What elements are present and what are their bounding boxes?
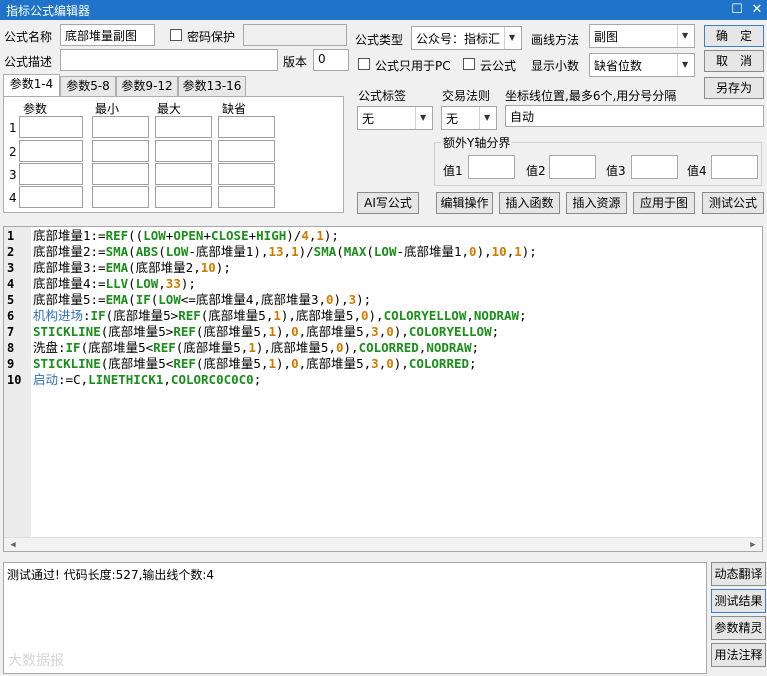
param-2-max[interactable] (155, 140, 212, 162)
code-editor[interactable]: 1 底部堆量1:=REF((LOW+OPEN+CLOSE+HIGH)/4,1);… (3, 226, 763, 552)
tab-params-9-12[interactable]: 参数9-12 (116, 76, 178, 96)
y-value-4-label: 值4 (687, 164, 707, 178)
extra-y-axis-label: 额外Y轴分界 (441, 134, 513, 151)
dynamic-translate-button[interactable]: 动态翻译 (711, 562, 766, 586)
coord-line-label: 坐标线位置,最多6个,用分号分隔 (505, 89, 677, 103)
version-label: 版本 (283, 55, 308, 69)
pc-only-label: 公式只用于PC (375, 59, 451, 73)
chevron-down-icon: ▼ (677, 25, 694, 47)
window-title: 指标公式编辑器 (6, 4, 91, 18)
insert-resource-button[interactable]: 插入资源 (566, 192, 627, 214)
formula-desc-label: 公式描述 (4, 55, 53, 69)
formula-tag-label: 公式标签 (358, 89, 407, 103)
password-input[interactable] (243, 24, 347, 46)
y-value-2-label: 值2 (526, 164, 546, 178)
param-panel: 参数 最小 最大 缺省 1 2 3 4 (3, 96, 344, 213)
title-bar: 指标公式编辑器 ☐ ✕ (0, 0, 767, 20)
usage-notes-button[interactable]: 用法注释 (711, 643, 766, 667)
chevron-down-icon: ▼ (504, 27, 521, 49)
test-result-text: 测试通过! 代码长度:527,输出线个数:4 (7, 568, 215, 582)
param-4-name[interactable] (19, 186, 83, 208)
formula-tag-select[interactable]: 无 ▼ (357, 106, 433, 130)
param-1-default[interactable] (218, 116, 275, 138)
chevron-down-icon: ▼ (415, 107, 432, 129)
cancel-button[interactable]: 取 消 (704, 50, 764, 72)
param-2-name[interactable] (19, 140, 83, 162)
param-row-label: 2 (9, 145, 17, 159)
param-header-default: 缺省 (222, 102, 247, 116)
password-checkbox[interactable] (170, 29, 182, 41)
save-as-button[interactable]: 另存为 (704, 77, 764, 99)
tab-params-5-8[interactable]: 参数5-8 (60, 76, 116, 96)
formula-type-value: 公众号：指标汇 (416, 32, 501, 46)
test-result-panel: 测试通过! 代码长度:527,输出线个数:4 (3, 562, 707, 674)
param-row-label: 3 (9, 168, 17, 182)
cloud-checkbox[interactable] (463, 58, 475, 70)
param-3-default[interactable] (218, 163, 275, 185)
tab-params-1-4[interactable]: 参数1-4 (3, 74, 60, 97)
param-3-max[interactable] (155, 163, 212, 185)
password-label: 密码保护 (187, 30, 236, 44)
test-formula-button[interactable]: 测试公式 (702, 192, 764, 214)
insert-function-button[interactable]: 插入函数 (499, 192, 560, 214)
param-4-max[interactable] (155, 186, 212, 208)
param-row-label: 1 (9, 121, 17, 135)
decimals-value: 缺省位数 (594, 59, 643, 73)
formula-tag-value: 无 (362, 112, 375, 126)
trade-rule-select[interactable]: 无 ▼ (441, 106, 497, 130)
edit-ops-button[interactable]: 编辑操作 (436, 192, 493, 214)
formula-name-input[interactable]: 底部堆量副图 (60, 24, 155, 46)
chevron-down-icon: ▼ (479, 107, 496, 129)
decimals-label: 显示小数 (531, 59, 580, 73)
ok-button[interactable]: 确 定 (704, 25, 764, 47)
param-2-default[interactable] (218, 140, 275, 162)
pc-only-checkbox[interactable] (358, 58, 370, 70)
tab-params-13-16[interactable]: 参数13-16 (178, 76, 246, 96)
param-3-name[interactable] (19, 163, 83, 185)
param-1-min[interactable] (92, 116, 149, 138)
scroll-right-icon[interactable]: ▶ (746, 538, 760, 552)
test-result-button[interactable]: 测试结果 (711, 589, 766, 613)
param-row-label: 4 (9, 191, 17, 205)
param-header-name: 参数 (23, 102, 48, 116)
param-header-max: 最大 (157, 102, 182, 116)
horizontal-scrollbar[interactable]: ◀ ▶ (4, 537, 762, 551)
y-value-3-input[interactable] (631, 155, 678, 179)
draw-method-value: 副图 (594, 30, 619, 44)
y-value-3-label: 值3 (606, 164, 626, 178)
y-value-4-input[interactable] (711, 155, 758, 179)
y-value-1-input[interactable] (468, 155, 515, 179)
param-1-max[interactable] (155, 116, 212, 138)
draw-method-label: 画线方法 (531, 33, 580, 47)
decimals-select[interactable]: 缺省位数 ▼ (589, 53, 695, 77)
ai-write-button[interactable]: AI写公式 (357, 192, 419, 214)
param-4-min[interactable] (92, 186, 149, 208)
watermark: 大数据报 (8, 653, 64, 669)
scroll-left-icon[interactable]: ◀ (6, 538, 20, 552)
param-header-min: 最小 (95, 102, 120, 116)
param-4-default[interactable] (218, 186, 275, 208)
trade-rule-value: 无 (446, 112, 459, 126)
formula-desc-input[interactable] (60, 49, 278, 71)
draw-method-select[interactable]: 副图 ▼ (589, 24, 695, 48)
extra-y-axis-group: 额外Y轴分界 值1 值2 值3 值4 (434, 134, 762, 186)
param-2-min[interactable] (92, 140, 149, 162)
y-value-1-label: 值1 (443, 164, 463, 178)
version-input[interactable]: 0 (313, 49, 349, 71)
formula-name-label: 公式名称 (4, 30, 53, 44)
param-1-name[interactable] (19, 116, 83, 138)
apply-to-chart-button[interactable]: 应用于图 (633, 192, 695, 214)
restore-icon[interactable]: ☐ (728, 1, 746, 19)
y-value-2-input[interactable] (549, 155, 596, 179)
coord-line-input[interactable]: 自动 (505, 105, 764, 127)
chevron-down-icon: ▼ (677, 54, 694, 76)
formula-type-select[interactable]: 公众号：指标汇 ▼ (411, 26, 522, 50)
param-wizard-button[interactable]: 参数精灵 (711, 616, 766, 640)
trade-rule-label: 交易法则 (442, 89, 491, 103)
formula-type-label: 公式类型 (355, 33, 404, 47)
cloud-label: 云公式 (480, 59, 517, 73)
param-3-min[interactable] (92, 163, 149, 185)
close-icon[interactable]: ✕ (748, 1, 766, 19)
